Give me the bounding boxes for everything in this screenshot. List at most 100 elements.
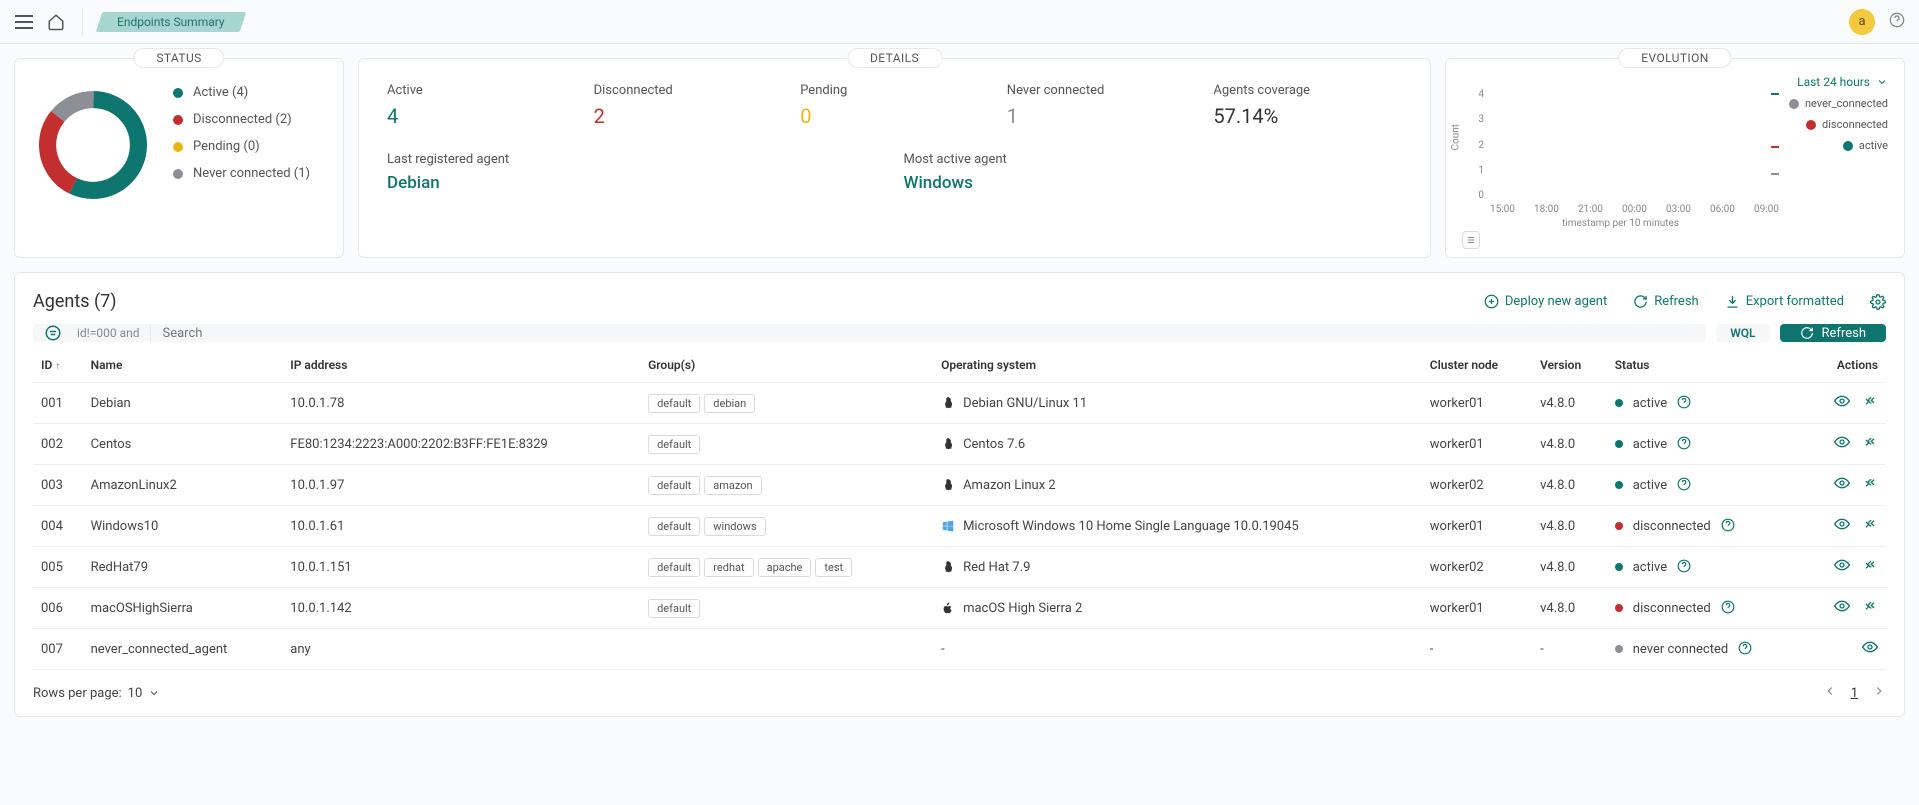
column-header[interactable]: Name (83, 348, 283, 383)
breadcrumb[interactable]: Endpoints Summary (96, 12, 246, 32)
cell-os: Amazon Linux 2 (933, 465, 1422, 506)
status-help-icon[interactable] (1677, 436, 1691, 453)
group-tag[interactable]: debian (704, 394, 755, 413)
config-icon[interactable] (1862, 393, 1878, 413)
table-row[interactable]: 002CentosFE80:1234:2223:A000:2202:B3FF:F… (33, 424, 1886, 465)
most-active-value[interactable]: Windows (904, 173, 1403, 193)
cell-name: AmazonLinux2 (83, 465, 283, 506)
status-help-icon[interactable] (1738, 641, 1752, 658)
search-input[interactable] (151, 324, 1707, 342)
column-header[interactable]: Status (1607, 348, 1808, 383)
status-legend-item[interactable]: Active (4) (173, 85, 310, 100)
avatar[interactable]: a (1849, 9, 1875, 35)
status-help-icon[interactable] (1721, 518, 1735, 535)
group-tag[interactable]: amazon (704, 476, 761, 495)
y-tick: 0 (1478, 190, 1484, 201)
cell-os: Centos 7.6 (933, 424, 1422, 465)
group-tag[interactable]: windows (704, 517, 765, 536)
group-tag[interactable]: default (648, 558, 700, 577)
group-tag[interactable]: default (648, 517, 700, 536)
cell-actions (1807, 547, 1886, 588)
config-icon[interactable] (1862, 516, 1878, 536)
chevron-down-icon[interactable] (1876, 76, 1888, 88)
status-text: disconnected (1633, 519, 1711, 534)
current-page[interactable]: 1 (1851, 686, 1858, 701)
column-header[interactable]: Version (1532, 348, 1607, 383)
table-row[interactable]: 005RedHat7910.0.1.151defaultredhatapache… (33, 547, 1886, 588)
view-icon[interactable] (1834, 516, 1850, 536)
evolution-range[interactable]: Last 24 hours (1797, 75, 1870, 89)
table-row[interactable]: 007never_connected_agentany---never conn… (33, 629, 1886, 670)
refresh-button[interactable]: Refresh (1780, 324, 1886, 342)
home-icon[interactable] (46, 12, 66, 32)
status-help-icon[interactable] (1721, 600, 1735, 617)
status-help-icon[interactable] (1677, 477, 1691, 494)
column-header[interactable]: ID↑ (33, 348, 83, 383)
prev-page-button[interactable] (1823, 684, 1837, 702)
linux-icon (941, 478, 955, 492)
status-help-icon[interactable] (1677, 395, 1691, 412)
linux-icon (941, 560, 955, 574)
status-legend-item[interactable]: Pending (0) (173, 139, 310, 154)
refresh-link[interactable]: Refresh (1633, 294, 1698, 309)
search-filter-chip[interactable]: id!=000 and (73, 324, 151, 342)
column-header[interactable]: IP address (282, 348, 640, 383)
next-page-button[interactable] (1872, 684, 1886, 702)
settings-button[interactable] (1870, 294, 1886, 310)
group-tag[interactable]: test (815, 558, 852, 577)
cell-version: v4.8.0 (1532, 424, 1607, 465)
config-icon[interactable] (1862, 475, 1878, 495)
panel-label-status: STATUS (133, 48, 224, 68)
rows-per-page-value: 10 (128, 686, 143, 701)
os-text: Debian GNU/Linux 11 (963, 396, 1087, 411)
cell-id: 004 (33, 506, 83, 547)
status-dot (1615, 440, 1623, 448)
help-icon[interactable] (1889, 12, 1905, 32)
view-icon[interactable] (1834, 475, 1850, 495)
view-icon[interactable] (1834, 393, 1850, 413)
group-tag[interactable]: apache (758, 558, 812, 577)
chart-mark (1771, 93, 1779, 95)
evolution-legend-item[interactable]: disconnected (1789, 118, 1888, 131)
table-row[interactable]: 004Windows1010.0.1.61defaultwindowsMicro… (33, 506, 1886, 547)
windows-icon (941, 519, 955, 533)
column-header[interactable]: Cluster node (1422, 348, 1532, 383)
cell-node: worker02 (1422, 547, 1532, 588)
config-icon[interactable] (1862, 557, 1878, 577)
status-dot (1615, 604, 1623, 612)
status-help-icon[interactable] (1677, 559, 1691, 576)
table-row[interactable]: 001Debian10.0.1.78defaultdebianDebian GN… (33, 383, 1886, 424)
group-tag[interactable]: default (648, 599, 700, 618)
status-legend-item[interactable]: Never connected (1) (173, 166, 310, 181)
group-tag[interactable]: default (648, 476, 700, 495)
evolution-legend-item[interactable]: never_connected (1789, 97, 1888, 110)
legend-toggle-icon[interactable] (1462, 231, 1480, 249)
filter-icon[interactable] (33, 324, 73, 342)
wql-button[interactable]: WQL (1716, 324, 1769, 342)
deploy-new-agent-button[interactable]: Deploy new agent (1484, 294, 1607, 309)
cell-groups: default (640, 424, 933, 465)
config-icon[interactable] (1862, 598, 1878, 618)
column-header[interactable]: Group(s) (640, 348, 933, 383)
status-legend-item[interactable]: Disconnected (2) (173, 112, 310, 127)
cell-ip: any (282, 629, 640, 670)
table-row[interactable]: 003AmazonLinux210.0.1.97defaultamazonAma… (33, 465, 1886, 506)
metric-value: 57.14% (1213, 104, 1402, 128)
column-header[interactable]: Actions (1807, 348, 1886, 383)
table-row[interactable]: 006macOSHighSierra10.0.1.142defaultmacOS… (33, 588, 1886, 629)
evolution-legend-item[interactable]: active (1789, 139, 1888, 152)
export-formatted-button[interactable]: Export formatted (1725, 294, 1844, 309)
config-icon[interactable] (1862, 434, 1878, 454)
sort-arrow-icon: ↑ (55, 361, 60, 372)
rows-per-page-selector[interactable]: Rows per page: 10 (33, 686, 160, 701)
last-registered-value[interactable]: Debian (387, 173, 886, 193)
view-icon[interactable] (1862, 639, 1878, 659)
group-tag[interactable]: default (648, 435, 700, 454)
column-header[interactable]: Operating system (933, 348, 1422, 383)
group-tag[interactable]: redhat (704, 558, 753, 577)
menu-icon[interactable] (14, 12, 34, 32)
view-icon[interactable] (1834, 557, 1850, 577)
group-tag[interactable]: default (648, 394, 700, 413)
view-icon[interactable] (1834, 434, 1850, 454)
view-icon[interactable] (1834, 598, 1850, 618)
